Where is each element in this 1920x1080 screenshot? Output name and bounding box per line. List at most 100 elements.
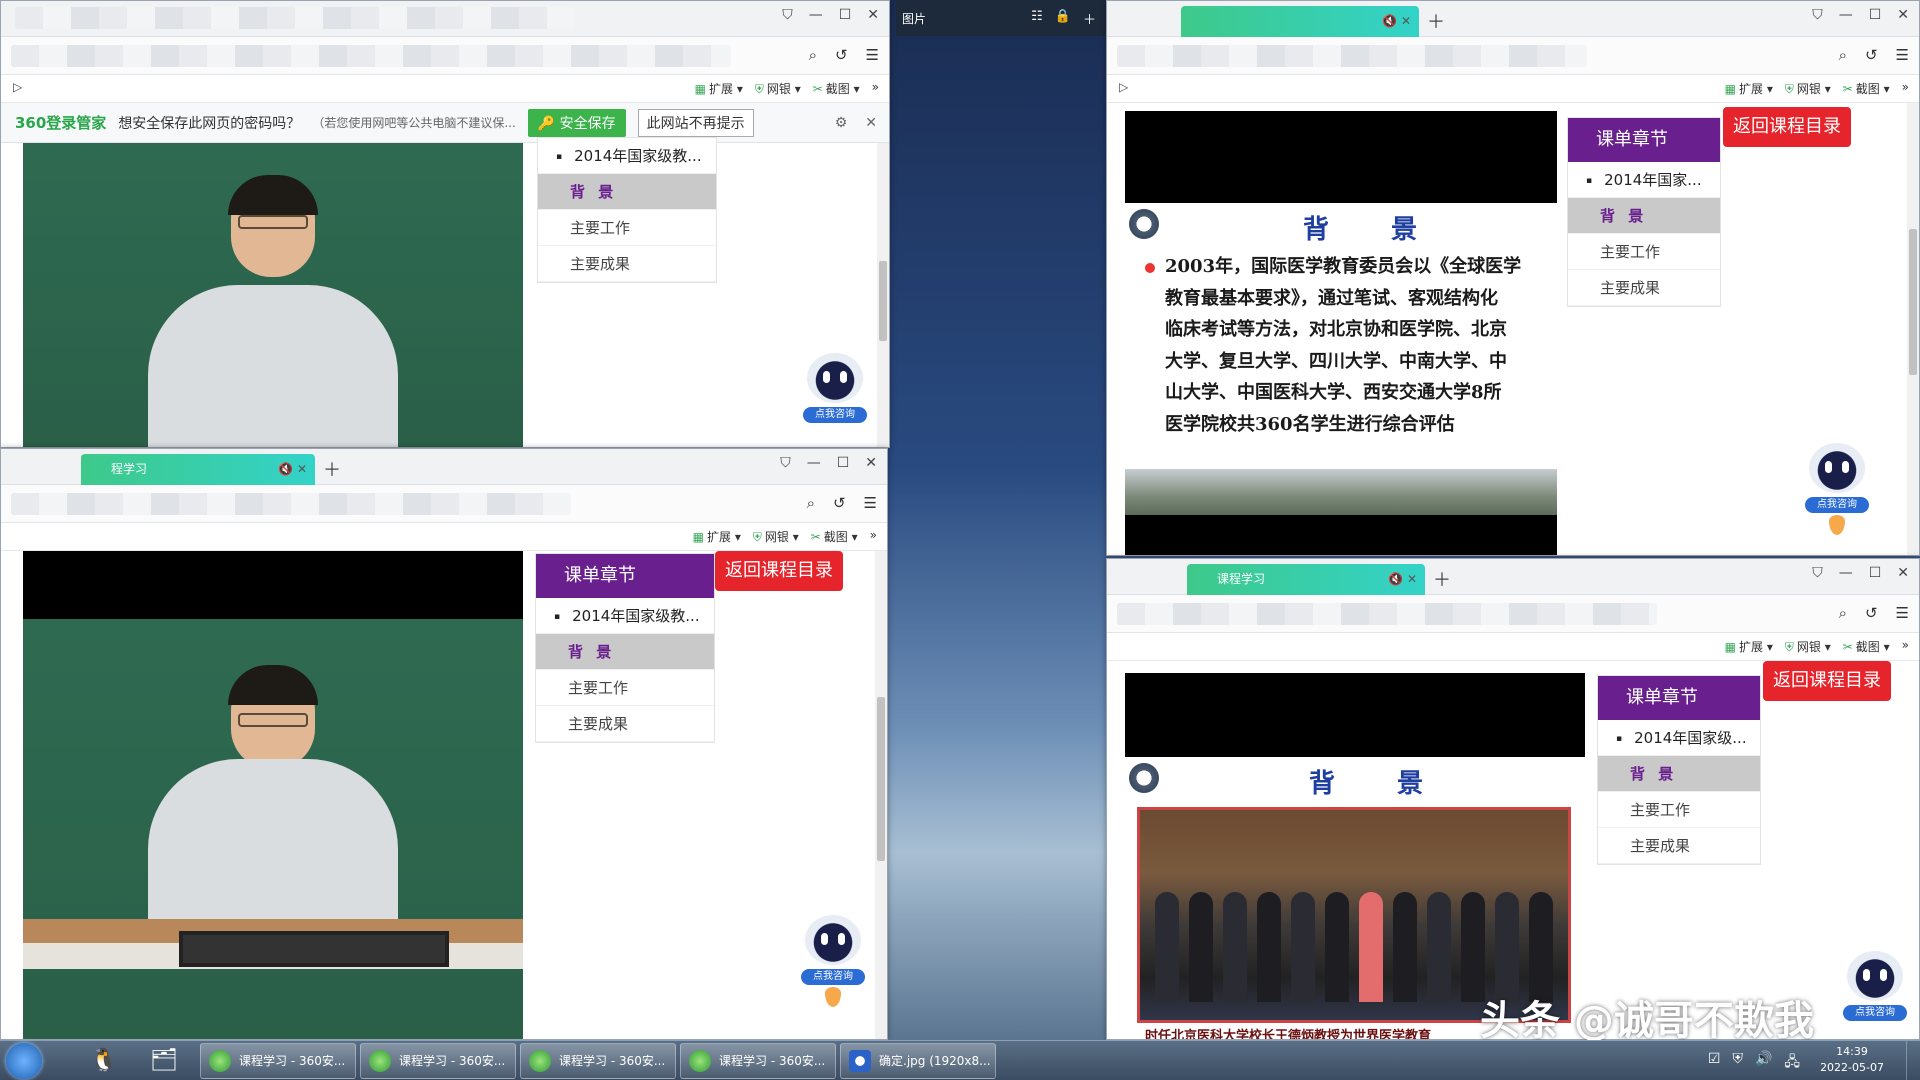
refresh-icon[interactable]: ↺ <box>835 46 848 64</box>
gear-icon[interactable]: ⚙ <box>835 115 848 131</box>
new-tab-icon[interactable]: ＋ <box>1427 8 1445 34</box>
image-viewer-titlebar[interactable]: 图片 ☷ 🔒 ＋ <box>896 0 1106 36</box>
chapter-course-item[interactable]: 2014年国家... <box>1568 162 1720 198</box>
search-icon[interactable]: ⌕ <box>807 494 815 512</box>
chapter-item-main-work[interactable]: 主要工作 <box>536 670 714 706</box>
extensions-menu[interactable]: ▦ 扩展 ▾ <box>695 80 743 97</box>
taskbar-item-image-viewer[interactable]: 确定.jpg (1920x8... <box>840 1043 996 1079</box>
titlebar[interactable]: 🔇 ✕ ＋ ⛉ — ☐ ✕ <box>1107 1 1919 37</box>
tab-close-icon[interactable]: 🔇 ✕ <box>1382 6 1411 37</box>
minimize-icon[interactable]: — <box>1839 7 1853 23</box>
tab-close-icon[interactable]: 🔇 ✕ <box>1388 564 1417 595</box>
menu-icon[interactable]: ☰ <box>866 46 879 64</box>
more-chevron-icon[interactable]: » <box>1902 80 1909 97</box>
browser-window-top-left[interactable]: ⛉ — ☐ ✕ ⌕ ↺ ☰ ▷ ▦ 扩展 ▾ ⛨ 网银 ▾ ✂ 截图 ▾ » 360登… <box>0 0 890 448</box>
screenshot-menu[interactable]: ✂ 截图 ▾ <box>1843 638 1890 655</box>
address-bar[interactable]: ⌕ ↺ ☰ <box>1107 595 1919 633</box>
tab-course-study[interactable]: 程学习 🔇 ✕ <box>81 454 315 485</box>
chapter-course-item[interactable]: 2014年国家级教... <box>536 598 714 634</box>
taskbar-item-browser-4[interactable]: 课程学习 - 360安... <box>680 1043 836 1079</box>
chapter-item-main-results[interactable]: 主要成果 <box>538 246 716 282</box>
menu-icon[interactable]: ☰ <box>864 494 877 512</box>
titlebar[interactable]: ⛉ — ☐ ✕ <box>1 1 889 37</box>
skin-icon[interactable]: ⛉ <box>782 7 793 23</box>
address-bar[interactable]: ⌕ ↺ ☰ <box>1 485 887 523</box>
scrollbar[interactable] <box>1907 103 1919 555</box>
close-icon[interactable]: ✕ <box>1897 7 1909 23</box>
address-bar[interactable]: ⌕ ↺ ☰ <box>1107 37 1919 75</box>
return-catalog-button[interactable]: 返回课程目录 <box>1763 661 1891 701</box>
netbank-menu[interactable]: ⛨ 网银 ▾ <box>1785 80 1831 97</box>
more-chevron-icon[interactable]: » <box>870 528 877 545</box>
browser-window-bottom-right[interactable]: 课程学习 🔇 ✕ ＋ ⛉ — ☐ ✕ ⌕ ↺ ☰ ▦ 扩展 ▾ ⛨ 网银 ▾ ✂ 截图… <box>1106 558 1920 1040</box>
chapter-item-background[interactable]: 背 景 <box>1598 756 1760 792</box>
lock-icon[interactable]: 🔒 <box>1055 9 1071 28</box>
close-icon[interactable]: ✕ <box>867 7 879 23</box>
list-icon[interactable]: ☷ <box>1031 9 1043 28</box>
chapter-item-main-results[interactable]: 主要成果 <box>1598 828 1760 864</box>
menu-icon[interactable]: ☰ <box>1896 604 1909 622</box>
close-icon[interactable]: ✕ <box>865 455 877 471</box>
minimize-icon[interactable]: — <box>1839 565 1853 581</box>
maximize-icon[interactable]: ☐ <box>837 455 850 471</box>
chapter-item-main-results[interactable]: 主要成果 <box>536 706 714 742</box>
return-catalog-button[interactable]: 返回课程目录 <box>1723 107 1851 147</box>
menu-icon[interactable]: ☰ <box>1896 46 1909 64</box>
qq-icon[interactable]: 🐧 <box>88 1045 120 1077</box>
sidebar-toggle-icon[interactable]: ▷ <box>13 80 22 94</box>
maximize-icon[interactable]: ☐ <box>1869 7 1882 23</box>
return-catalog-button[interactable]: 返回课程目录 <box>715 551 843 591</box>
lecture-video[interactable]: 背 景 2003年，国际医学教育委员会以《全球医学 教育最基本要求》，通过笔试、… <box>1125 111 1557 555</box>
chapter-item-background[interactable]: 背 景 <box>538 174 716 210</box>
screenshot-menu[interactable]: ✂ 截图 ▾ <box>813 80 860 97</box>
chapter-item-background[interactable]: 背 景 <box>1568 198 1720 234</box>
taskbar-item-browser-3[interactable]: 课程学习 - 360安... <box>520 1043 676 1079</box>
maximize-icon[interactable]: ☐ <box>839 7 852 23</box>
skin-icon[interactable]: ⛉ <box>780 455 791 471</box>
consult-robot[interactable]: 点我咨询 <box>1843 951 1907 1039</box>
search-icon[interactable]: ⌕ <box>1839 46 1847 64</box>
checkbox-tray-icon[interactable]: ☑ <box>1708 1051 1721 1075</box>
chapter-item-main-results[interactable]: 主要成果 <box>1568 270 1720 306</box>
browser-window-top-right[interactable]: 🔇 ✕ ＋ ⛉ — ☐ ✕ ⌕ ↺ ☰ ▷ ▦ 扩展 ▾ ⛨ 网银 ▾ ✂ 截图 ▾ … <box>1106 0 1920 556</box>
scrollbar[interactable] <box>875 551 887 1039</box>
titlebar[interactable]: 程学习 🔇 ✕ ＋ ⛉ — ☐ ✕ <box>1 449 887 485</box>
close-icon[interactable]: ✕ <box>1897 565 1909 581</box>
chapter-course-item[interactable]: 2014年国家级教... <box>538 138 716 174</box>
add-icon[interactable]: ＋ <box>1083 9 1096 28</box>
refresh-icon[interactable]: ↺ <box>1865 604 1878 622</box>
refresh-icon[interactable]: ↺ <box>1865 46 1878 64</box>
netbank-menu[interactable]: ⛨ 网银 ▾ <box>755 80 801 97</box>
maximize-icon[interactable]: ☐ <box>1869 565 1882 581</box>
extensions-menu[interactable]: ▦ 扩展 ▾ <box>1725 638 1773 655</box>
chapter-item-background[interactable]: 背 景 <box>536 634 714 670</box>
folder-icon[interactable]: 🗂 <box>148 1045 180 1077</box>
safe-save-button[interactable]: 🔑 安全保存 <box>527 108 626 137</box>
consult-robot[interactable]: 点我咨询 <box>801 915 865 1007</box>
netbank-menu[interactable]: ⛨ 网银 ▾ <box>753 528 799 545</box>
start-orb-icon[interactable] <box>6 1043 42 1079</box>
address-bar[interactable]: ⌕ ↺ ☰ <box>1 37 889 75</box>
lecture-video[interactable] <box>23 143 523 447</box>
skin-icon[interactable]: ⛉ <box>1812 565 1823 581</box>
more-chevron-icon[interactable]: » <box>872 80 879 97</box>
chapter-course-item[interactable]: 2014年国家级... <box>1598 720 1760 756</box>
clock[interactable]: 14:39 2022-05-07 <box>1820 1044 1884 1076</box>
new-tab-icon[interactable]: ＋ <box>323 456 341 482</box>
screenshot-menu[interactable]: ✂ 截图 ▾ <box>1843 80 1890 97</box>
refresh-icon[interactable]: ↺ <box>833 494 846 512</box>
skin-icon[interactable]: ⛉ <box>1812 7 1823 23</box>
tab-close-icon[interactable]: 🔇 ✕ <box>278 454 307 485</box>
tab-course-study[interactable]: 课程学习 🔇 ✕ <box>1187 564 1425 595</box>
search-icon[interactable]: ⌕ <box>1839 604 1847 622</box>
new-tab-icon[interactable]: ＋ <box>1433 566 1451 592</box>
show-desktop-button[interactable] <box>1906 1041 1920 1080</box>
consult-robot[interactable]: 点我咨询 <box>803 353 867 445</box>
scrollbar[interactable] <box>877 143 889 447</box>
screenshot-menu[interactable]: ✂ 截图 ▾ <box>811 528 858 545</box>
minimize-icon[interactable]: — <box>807 455 821 471</box>
taskbar-item-browser-1[interactable]: 课程学习 - 360安... <box>200 1043 356 1079</box>
minimize-icon[interactable]: — <box>809 7 823 23</box>
volume-icon[interactable]: 🔊 <box>1755 1051 1772 1075</box>
close-icon[interactable]: ✕ <box>865 115 877 131</box>
